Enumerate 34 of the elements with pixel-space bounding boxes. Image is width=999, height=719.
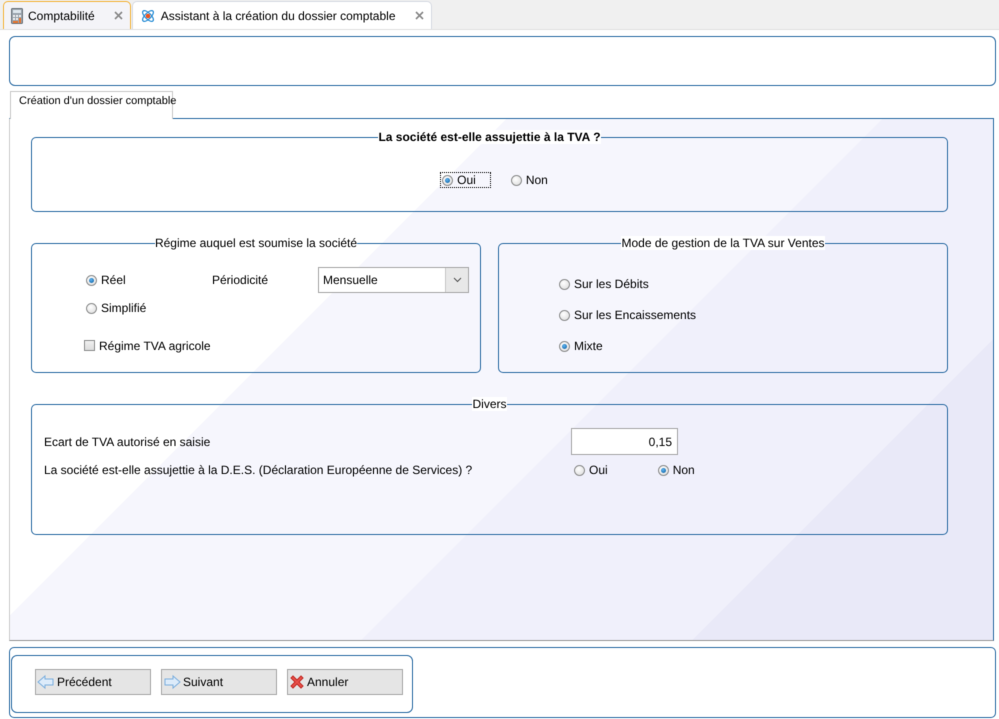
cancel-button[interactable]: Annuler [287,669,403,695]
radio-option[interactable]: Oui [440,172,491,188]
chevron-down-icon [452,277,462,283]
radio-option[interactable]: Sur les Débits [557,276,651,292]
radio-option[interactable]: Réel [84,272,128,288]
tab[interactable]: Assistant à la création du dossier comptable [132,1,432,29]
radio-option[interactable]: Non [656,462,697,478]
close-icon [289,674,305,690]
agricultural-checkbox[interactable]: Régime TVA agricole [84,338,211,352]
tab-label: Comptabilité [28,8,95,22]
radio-option[interactable]: Non [508,172,550,188]
tolerance-label: Ecart de TVA autorisé en saisie [44,434,212,448]
group-title: Mode de gestion de la TVA sur Ventes [621,236,825,250]
periodicity-label: Périodicité [212,273,270,287]
group-title: Divers [472,397,506,411]
right-arrow-icon [163,674,181,690]
periodicity-dropdown[interactable]: Mensuelle [318,267,469,293]
group-title: La société est-elle assujettie à la TVA ? [378,130,601,144]
tab[interactable]: Comptabilité [3,1,131,29]
radio-option[interactable]: Simplifié [84,300,148,316]
close-icon[interactable] [114,11,123,20]
tab-label: Assistant à la création du dossier comptable [160,8,396,22]
left-arrow-icon [37,674,55,690]
des-question: La société est-elle assujettie à la D.E.S. (Déclaration Européenne de Services) ? [44,463,474,477]
next-button[interactable]: Suivant [161,669,277,695]
radio-option[interactable]: Mixte [557,338,605,354]
atom-icon [140,8,156,24]
close-icon[interactable] [414,11,424,20]
previous-button[interactable]: Précédent [35,669,151,695]
radio-option[interactable]: Oui [572,462,610,478]
calculator-icon [11,8,23,24]
radio-option[interactable]: Sur les Encaissements [557,307,698,323]
group-title: Régime auquel est soumise la société [154,236,358,250]
tolerance-field[interactable]: 0,15 [571,428,678,455]
